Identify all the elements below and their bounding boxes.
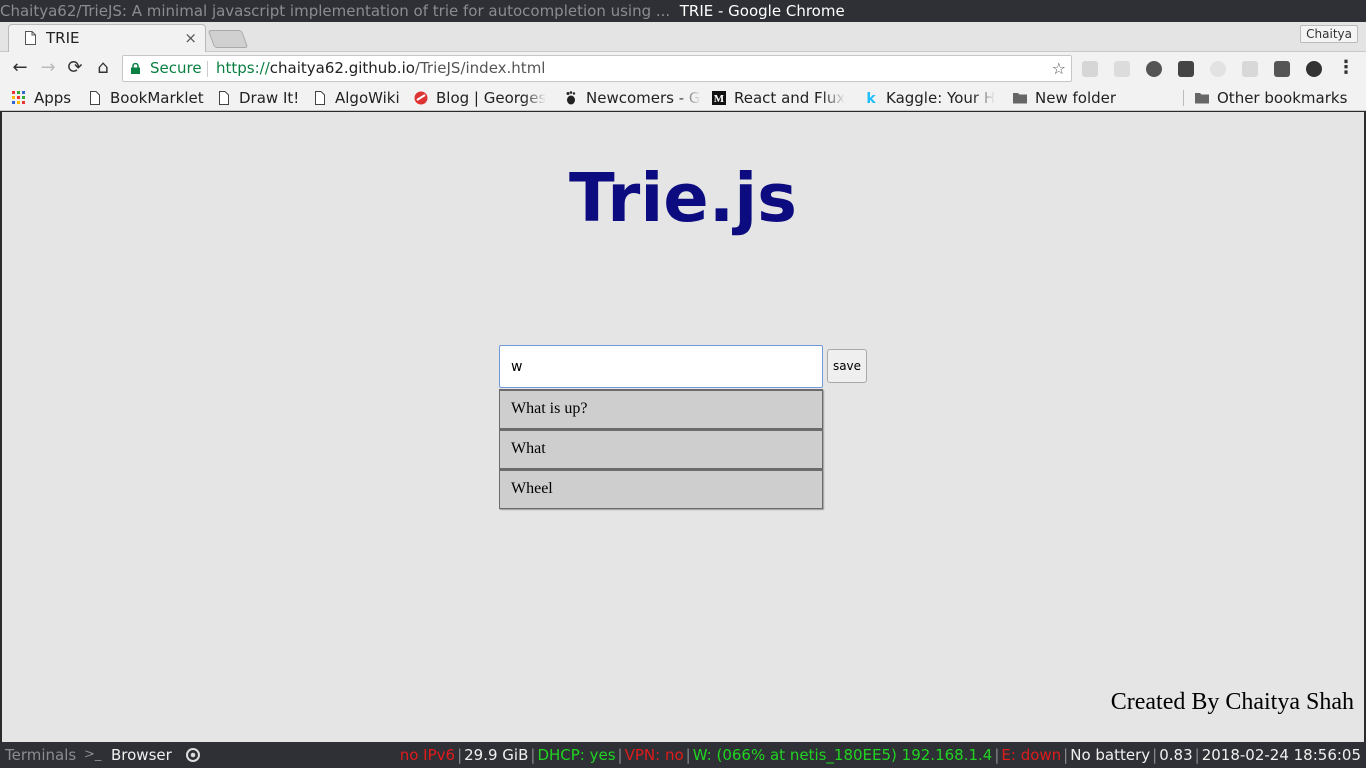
folder-icon [1195,93,1209,104]
load-status: 0.83 [1159,746,1193,764]
page-title: Trie.js [568,159,798,237]
bookmark-star-icon[interactable]: ☆ [1052,56,1066,81]
suggestion-item[interactable]: Wheel [499,469,823,509]
new-tab-button[interactable] [207,30,249,48]
kaggle-icon: k [866,91,876,105]
status-segments: no IPv6 | 29.9 GiB | DHCP: yes | VPN: no | W: (0… [399,746,1361,764]
medium-icon: M [712,91,726,105]
forward-button[interactable]: → [37,57,59,79]
cart-extension-icon[interactable] [1082,61,1098,77]
clock: 2018-02-24 18:56:05 [1201,746,1361,764]
workspace-terminals[interactable]: Terminals [5,742,76,768]
workspace-browser[interactable]: Browser [111,742,172,768]
bookmark-label: Kaggle: Your H [886,89,996,107]
page-icon [219,91,229,105]
suggestion-item[interactable]: What [499,429,823,469]
gnome-icon [566,91,576,105]
suggestion-list: What is up? What Wheel [499,389,823,509]
url-scheme: https:// [216,59,270,77]
bookmark-react-flux[interactable]: M React and Flux [712,87,850,109]
tab-trie[interactable]: TRIE × [8,24,206,52]
reload-button[interactable]: ⟳ [64,57,86,79]
bookmark-new-folder[interactable]: New folder [1013,87,1116,109]
bookmark-label: New folder [1035,89,1117,107]
profile-button[interactable]: Chaitya [1300,25,1358,43]
wifi-status: W: (066% at netis_180EE5) 192.168.1.4 [692,746,993,764]
bookmark-algowiki[interactable]: AlgoWiki [313,87,400,109]
window-titlebar: Chaitya62/TrieJS: A minimal javascript i… [0,0,1366,22]
window-extension-icon[interactable] [1242,61,1258,77]
apps-grid-icon [12,91,25,104]
ipv6-status: no IPv6 [399,746,456,764]
vpn-status: VPN: no [624,746,684,764]
address-bar[interactable]: Secure https://chaitya62.github.io/TrieJ… [122,55,1072,82]
home-button[interactable]: ⌂ [92,57,114,79]
chrome-icon [186,748,200,762]
browser-toolbar: ← → ⟳ ⌂ Secure https://chaitya62.github.… [0,52,1366,85]
page-icon [25,31,36,45]
bookmark-label: AlgoWiki [335,89,400,107]
bookmark-label: BookMarklet [110,89,204,107]
tab-title: TRIE [46,29,80,47]
url-host: chaitya62.github.io [269,59,415,77]
chrome-menu-icon[interactable]: ⋮ [1335,57,1357,79]
close-tab-icon[interactable]: × [184,29,197,47]
sync-extension-icon[interactable] [1146,61,1162,77]
bookmark-label: Blog | Georges [436,89,547,107]
page-icon [315,91,325,105]
terminal-prompt-icon: >_ [84,747,102,762]
page-icon [90,91,100,105]
dhcp-status: DHCP: yes [537,746,616,764]
headphones-extension-icon[interactable] [1306,61,1322,77]
credit-text: Created By Chaitya Shah [1110,689,1354,715]
bookmark-newcomers[interactable]: Newcomers - G [564,87,699,109]
tab-strip: TRIE × Chaitya [0,22,1366,52]
omnibox-separator [207,61,208,77]
bookmark-blog-georges[interactable]: Blog | Georges [414,87,550,109]
bookmark-label: Apps [34,89,72,107]
lock-icon [131,63,140,74]
disk-status: 29.9 GiB [464,746,529,764]
back-button[interactable]: ← [9,57,31,79]
other-bookmarks[interactable]: Other bookmarks [1195,87,1347,109]
circle-extension-icon[interactable] [1210,61,1226,77]
suggestion-item[interactable]: What is up? [499,389,823,429]
red-site-icon [414,91,428,105]
save-button[interactable]: save [827,349,867,383]
page-content: Trie.js save What is up? What Wheel Crea… [2,112,1364,742]
folder-icon [1013,93,1027,104]
other-bookmarks-label: Other bookmarks [1217,89,1348,107]
bookmark-label: React and Flux [734,89,846,107]
bookmark-draw-it[interactable]: Draw It! [217,87,299,109]
window-title-inactive: Chaitya62/TrieJS: A minimal javascript i… [0,2,671,20]
svg-text:M: M [714,93,725,105]
url-text[interactable]: https://chaitya62.github.io/TrieJS/index… [216,56,545,81]
bookmark-label: Newcomers - G [586,89,699,107]
bookmark-kaggle[interactable]: k Kaggle: Your H [864,87,1002,109]
cast-extension-icon[interactable] [1274,61,1290,77]
ethernet-status: E: down [1001,746,1062,764]
search-input[interactable] [499,345,823,388]
secure-label: Secure [150,59,202,77]
svg-text:k: k [866,91,876,105]
pocket-extension-icon[interactable] [1178,61,1194,77]
battery-status: No battery [1070,746,1151,764]
window-title: TRIE - Google Chrome [679,2,845,20]
grid-extension-icon[interactable] [1114,61,1130,77]
bookmark-bookmarklet[interactable]: BookMarklet [88,87,204,109]
bookmarks-bar: Apps BookMarklet Draw It! AlgoWiki Blog … [0,85,1366,111]
url-path: /TrieJS/index.html [414,59,546,77]
bookmark-label: Draw It! [239,89,300,107]
system-statusbar: Terminals >_ Browser no IPv6 | 29.9 GiB | DH… [0,742,1366,768]
bookmark-apps[interactable]: Apps [12,87,71,109]
bookmarks-divider [1183,90,1184,106]
